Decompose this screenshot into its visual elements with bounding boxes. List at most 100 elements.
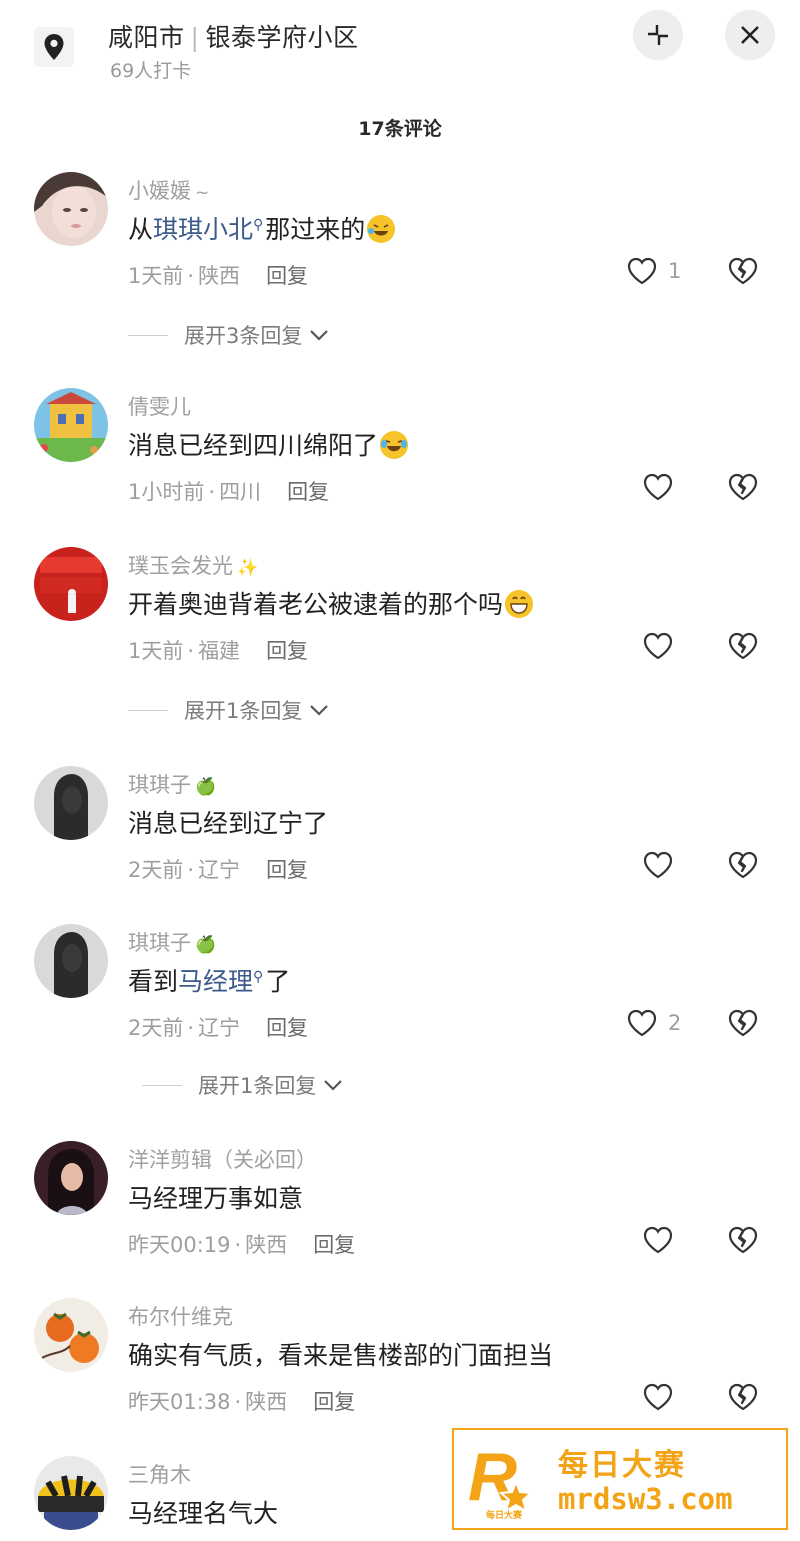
comment-time: 2天前 [128, 1016, 184, 1040]
close-icon [741, 26, 759, 44]
avatar[interactable] [34, 1456, 108, 1530]
broken-heart-icon [728, 473, 758, 501]
dislike-button[interactable] [726, 1008, 760, 1042]
like-button[interactable] [642, 631, 674, 661]
minimize-button[interactable] [633, 10, 683, 60]
avatar[interactable] [34, 547, 108, 621]
like-button[interactable] [642, 1382, 674, 1412]
comment-username[interactable]: 琪琪子 🍏 [128, 927, 216, 957]
reply-button[interactable]: 回复 [266, 1016, 308, 1040]
comment-text: 马经理万事如意 [128, 1184, 304, 1213]
avatar[interactable] [34, 172, 108, 246]
comment-username[interactable]: 琪琪子 🍏 [128, 769, 216, 799]
comment-region: 福建 [198, 639, 241, 663]
like-button[interactable]: 2 [626, 1008, 681, 1038]
chevron-down-icon [310, 705, 329, 716]
search-mini-icon: ⚲ [253, 216, 264, 233]
comment-meta: 昨天00:19 · 陕西 回复 [128, 1233, 356, 1257]
reply-button[interactable]: 回复 [266, 858, 308, 882]
comment-username[interactable]: 三角木 [128, 1459, 191, 1489]
city-name: 咸阳市 [108, 23, 185, 52]
title-divider: | [190, 23, 200, 52]
expand-replies[interactable]: 展开3条回复 [128, 320, 330, 350]
watermark-logo: R 每日大赛 [466, 1438, 536, 1522]
comment-time: 昨天00:19 [128, 1233, 231, 1257]
comment-text: 开着奥迪背着老公被逮着的那个吗 [128, 585, 534, 621]
dislike-button[interactable] [726, 256, 760, 290]
avatar[interactable] [34, 1298, 108, 1372]
like-button[interactable]: 1 [626, 256, 681, 286]
heart-icon [643, 632, 673, 660]
minimize-icon [648, 25, 668, 45]
watermark-name: 每日大赛 [558, 1448, 686, 1483]
comment-region: 四川 [219, 480, 262, 504]
like-count: 2 [668, 1011, 682, 1035]
comment-text: 从琪琪小北⚲那过来的 [128, 210, 396, 246]
reply-button[interactable]: 回复 [313, 1390, 355, 1414]
broken-heart-icon [728, 632, 758, 660]
heart-icon [643, 473, 673, 501]
mention-link[interactable]: 马经理 [178, 967, 253, 996]
broken-heart-icon [728, 257, 758, 285]
mention-link[interactable]: 琪琪小北 [153, 215, 253, 244]
expand-replies[interactable]: 展开1条回复 [128, 695, 330, 725]
dislike-button[interactable] [726, 1382, 760, 1416]
comment-meta: 1天前 · 福建 回复 [128, 639, 309, 663]
location-title[interactable]: 咸阳市 | 银泰学府小区 [108, 18, 358, 54]
comment-region: 辽宁 [198, 1016, 241, 1040]
apple-icon: 🍏 [195, 777, 217, 797]
comment-region: 陕西 [198, 264, 241, 288]
comment-region: 陕西 [245, 1390, 288, 1414]
comment-text: 确实有气质，看来是售楼部的门面担当 [128, 1341, 554, 1370]
expand-replies[interactable]: 展开1条回复 [142, 1070, 344, 1100]
broken-heart-icon [728, 1383, 758, 1411]
comment-text: 马经理名气大 [128, 1499, 279, 1528]
checkin-count: 69人打卡 [110, 60, 192, 82]
like-button[interactable] [642, 1225, 674, 1255]
like-button[interactable] [642, 472, 674, 502]
community-name: 银泰学府小区 [205, 23, 359, 52]
comment-username[interactable]: 倩雯儿 [128, 391, 191, 421]
heart-icon [627, 257, 657, 285]
laughing-crying-emoji-icon [380, 431, 409, 459]
reply-button[interactable]: 回复 [266, 639, 308, 663]
logo-small-text: 每日大赛 [486, 1509, 523, 1521]
comment-meta: 昨天01:38 · 陕西 回复 [128, 1390, 356, 1414]
comment-username[interactable]: 洋洋剪辑（关必回） [128, 1144, 317, 1174]
dislike-button[interactable] [726, 850, 760, 884]
comment-time: 昨天01:38 [128, 1390, 231, 1414]
avatar[interactable] [34, 924, 108, 998]
comment-text: 看到马经理⚲了 [128, 967, 291, 996]
comment-region: 辽宁 [198, 858, 241, 882]
reply-button[interactable]: 回复 [266, 264, 308, 288]
reply-button[interactable]: 回复 [313, 1233, 355, 1257]
reply-button[interactable]: 回复 [287, 480, 329, 504]
comment-meta: 2天前 · 辽宁 回复 [128, 1016, 309, 1040]
broken-heart-icon [728, 851, 758, 879]
broken-heart-icon [728, 1226, 758, 1254]
comment-time: 2天前 [128, 858, 184, 882]
comment-text: 消息已经到辽宁了 [128, 809, 329, 838]
comment-time: 1小时前 [128, 480, 205, 504]
comment-username[interactable]: 小媛媛 ~ [128, 175, 209, 205]
avatar[interactable] [34, 1141, 108, 1215]
like-button[interactable] [642, 850, 674, 880]
dislike-button[interactable] [726, 472, 760, 506]
dislike-button[interactable] [726, 1225, 760, 1259]
apple-icon: 🍏 [195, 935, 217, 955]
laughing-emoji-icon [367, 215, 396, 243]
location-pin-icon[interactable] [34, 27, 74, 67]
watermark-banner: R 每日大赛 每日大赛 mrdsw3.com [452, 1428, 788, 1530]
location-header: 咸阳市 | 银泰学府小区 69人打卡 17条评论 [0, 0, 800, 160]
dislike-button[interactable] [726, 631, 760, 665]
comment-meta: 1天前 · 陕西 回复 [128, 264, 309, 288]
avatar[interactable] [34, 766, 108, 840]
close-button[interactable] [725, 10, 775, 60]
comment-username[interactable]: 璞玉会发光 ✨ [128, 550, 258, 580]
comment-username[interactable]: 布尔什维克 [128, 1301, 233, 1331]
avatar[interactable] [34, 388, 108, 462]
comment-time: 1天前 [128, 639, 184, 663]
like-count: 1 [668, 259, 682, 283]
heart-icon [643, 1226, 673, 1254]
heart-icon [643, 1383, 673, 1411]
